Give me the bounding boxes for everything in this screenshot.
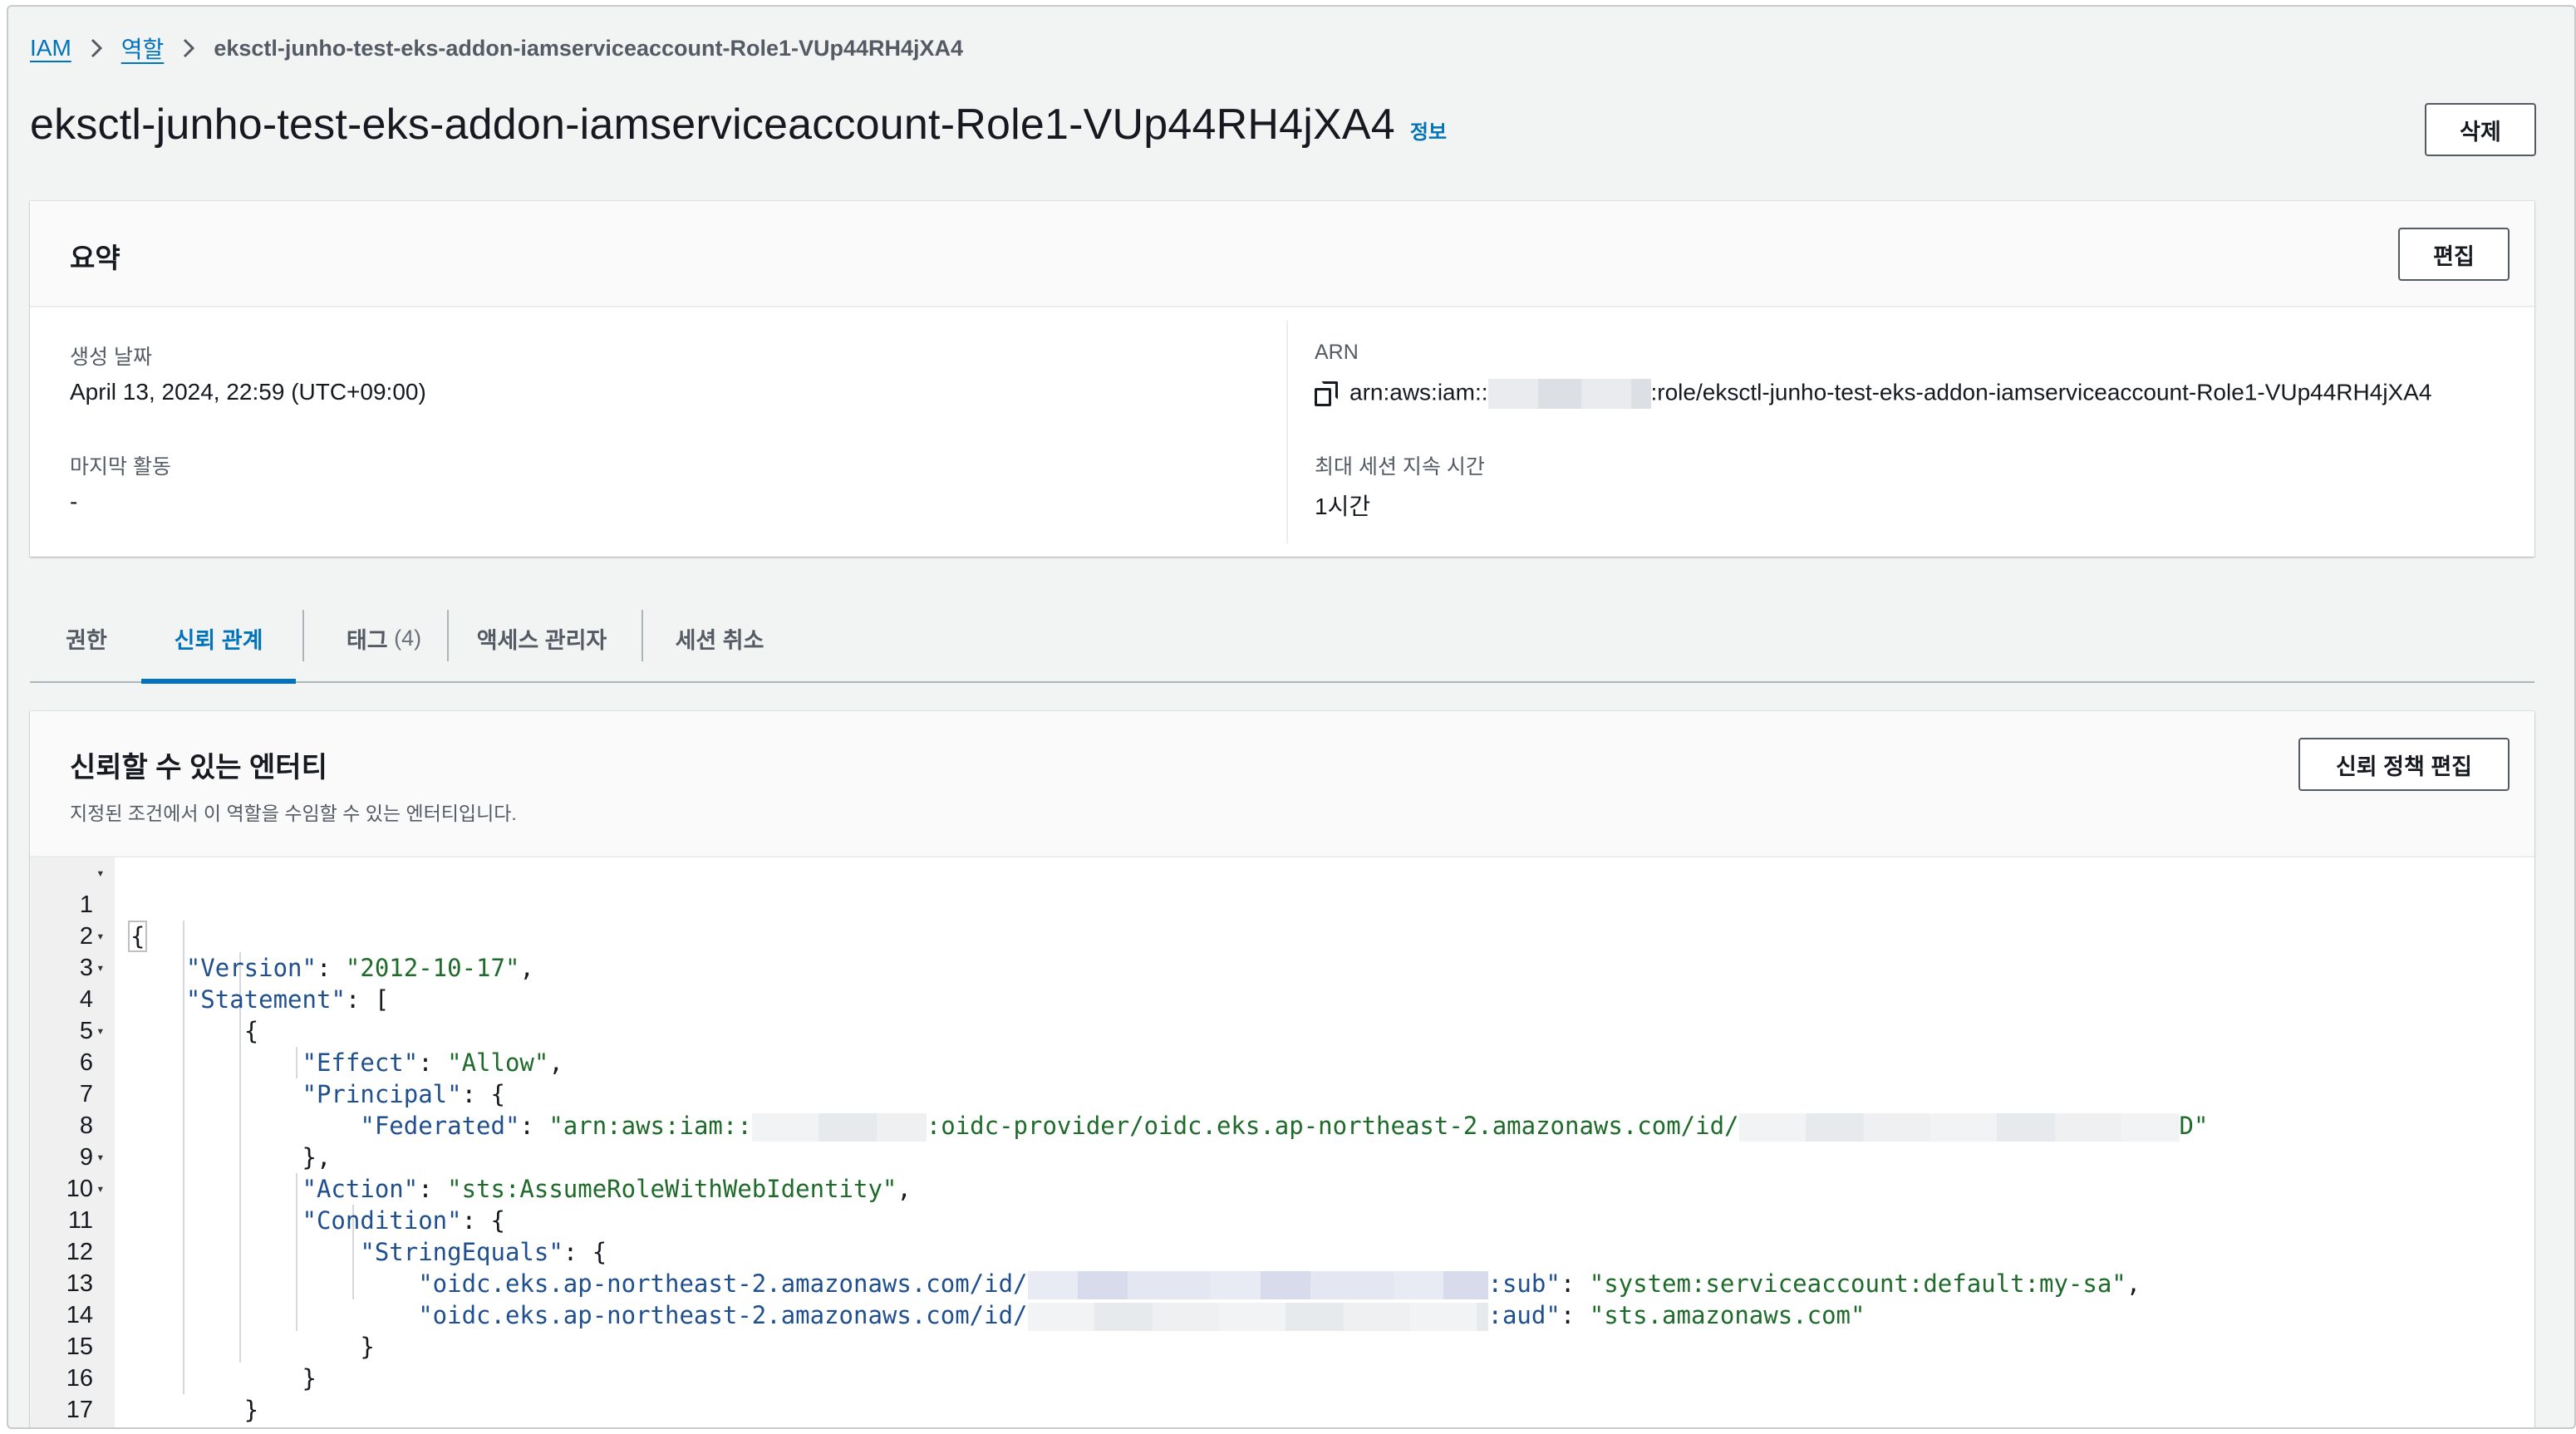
chevron-right-icon: [90, 37, 103, 60]
tab-label: 액세스 관리자: [476, 627, 607, 653]
delete-button[interactable]: 삭제: [2425, 103, 2536, 156]
edit-button[interactable]: 편집: [2398, 228, 2510, 281]
code-line: 3 ▾ "Statement": [: [30, 921, 2534, 1014]
trust-policy-code-viewer[interactable]: 1 ▾ { 2 "Version": "2012-10-17", 3 ▾ "Stat…: [30, 857, 2534, 1427]
breadcrumb-current: eksctl-junho-test-eks-addon-iamserviceac…: [214, 35, 964, 61]
code-line: 18 }: [30, 1394, 2534, 1426]
fold-arrow-icon[interactable]: ▾: [96, 952, 105, 984]
code-line: 12 "oidc.eks.ap-northeast-2.amazonaws.co…: [30, 1205, 2534, 1299]
code-line: 2 "Version": "2012-10-17",: [30, 889, 2534, 982]
arn-value: arn:aws:iam:::role/eksctl-junho-test-eks…: [1315, 379, 2431, 409]
created-date-label: 생성 날짜: [70, 346, 152, 369]
iam-role-page: IAM 역할 eksctl-junho-test-eks-addon-iamse…: [7, 5, 2576, 1429]
column-divider: [1286, 321, 1288, 543]
tab-label: 권한: [66, 627, 107, 653]
summary-header: 요약 편집: [30, 201, 2534, 307]
code-lines: 1 ▾ { 2 "Version": "2012-10-17", 3 ▾ "Stat…: [30, 857, 2534, 1426]
chevron-right-icon: [182, 37, 195, 60]
code-line: 6 ▾ "Principal": {: [30, 1015, 2534, 1108]
max-session-value: 1시간: [1315, 494, 1371, 519]
breadcrumb: IAM 역할 eksctl-junho-test-eks-addon-iamse…: [30, 32, 963, 65]
fold-arrow-icon[interactable]: ▾: [96, 921, 105, 952]
code-line: 5 "Effect": "Allow",: [30, 984, 2534, 1077]
tab-divider: [447, 610, 449, 661]
code-line: 15 }: [30, 1299, 2534, 1392]
tab-trust-relationships[interactable]: 신뢰 관계: [141, 595, 296, 684]
tab-label: 태그: [346, 627, 388, 653]
tab-permissions[interactable]: 권한: [45, 595, 128, 681]
trusted-entities-header: 신뢰할 수 있는 엔터티 지정된 조건에서 이 역할을 수임할 수 있는 엔터티…: [30, 711, 2534, 857]
code-line: 14 }: [30, 1268, 2534, 1361]
tab-label: 세션 취소: [675, 627, 764, 653]
redacted-account-id: [1487, 379, 1651, 409]
fold-arrow-icon[interactable]: ▾: [96, 857, 105, 889]
code-line: 1 ▾ {: [30, 857, 2534, 952]
fold-arrow-icon[interactable]: ▾: [96, 1142, 105, 1173]
tab-divider: [302, 610, 304, 661]
code-line: 11 ▾ "StringEquals": {: [30, 1173, 2534, 1266]
code-line: 7 "Federated": "arn:aws:iam:::oidc-provi…: [30, 1047, 2534, 1142]
arn-label: ARN: [1315, 341, 1359, 364]
code-line: 10 ▾ "Condition": {: [30, 1142, 2534, 1235]
tab-revoke-sessions[interactable]: 세션 취소: [651, 595, 788, 681]
trusted-entities-description: 지정된 조건에서 이 역할을 수임할 수 있는 엔터티입니다.: [70, 803, 517, 824]
edit-trust-policy-button[interactable]: 신뢰 정책 편집: [2298, 738, 2510, 791]
tab-tags[interactable]: 태그 (4): [312, 595, 455, 681]
tab-access-advisor[interactable]: 액세스 관리자: [457, 595, 627, 681]
code-line: 13 "oidc.eks.ap-northeast-2.amazonaws.co…: [30, 1236, 2534, 1331]
summary-title: 요약: [70, 243, 120, 273]
tab-bar: 권한 신뢰 관계 태그 (4) 액세스 관리자 세션 취소: [30, 595, 2534, 684]
max-session-label: 최대 세션 지속 시간: [1315, 455, 1485, 479]
last-activity-value: -: [70, 489, 78, 514]
code-line: 9 "Action": "sts:AssumeRoleWithWebIdenti…: [30, 1110, 2534, 1203]
fold-arrow-icon[interactable]: ▾: [96, 1015, 105, 1047]
fold-arrow-icon[interactable]: ▾: [96, 1173, 105, 1205]
page-title: eksctl-junho-test-eks-addon-iamserviceac…: [30, 101, 1395, 149]
info-link[interactable]: 정보: [1410, 115, 1447, 145]
page-header: eksctl-junho-test-eks-addon-iamserviceac…: [30, 100, 1447, 150]
trusted-entities-panel: 신뢰할 수 있는 엔터티 지정된 조건에서 이 역할을 수임할 수 있는 엔터티…: [30, 711, 2534, 1427]
tag-count-badge: (4): [394, 625, 422, 651]
tab-divider: [642, 610, 643, 661]
last-activity-label: 마지막 활동: [70, 455, 171, 479]
arn-suffix: :role/eksctl-junho-test-eks-addon-iamser…: [1650, 379, 2432, 405]
copy-icon[interactable]: [1315, 381, 1338, 406]
breadcrumb-iam-link[interactable]: IAM: [30, 35, 71, 61]
code-line: 16 }: [30, 1331, 2534, 1424]
code-line: 4 ▾ {: [30, 952, 2534, 1045]
code-line: 17 ]: [30, 1363, 2534, 1423]
code-line: 8 },: [30, 1078, 2534, 1171]
summary-panel: 요약 편집 생성 날짜 April 13, 2024, 22:59 (UTC+0…: [30, 201, 2534, 557]
tab-label: 신뢰 관계: [174, 627, 263, 653]
trusted-entities-title: 신뢰할 수 있는 엔터티: [70, 752, 327, 783]
line-number: 18: [30, 1426, 93, 1427]
arn-prefix: arn:aws:iam::: [1349, 379, 1488, 405]
breadcrumb-roles-link[interactable]: 역할: [121, 32, 165, 65]
created-date-value: April 13, 2024, 22:59 (UTC+09:00): [70, 379, 426, 405]
